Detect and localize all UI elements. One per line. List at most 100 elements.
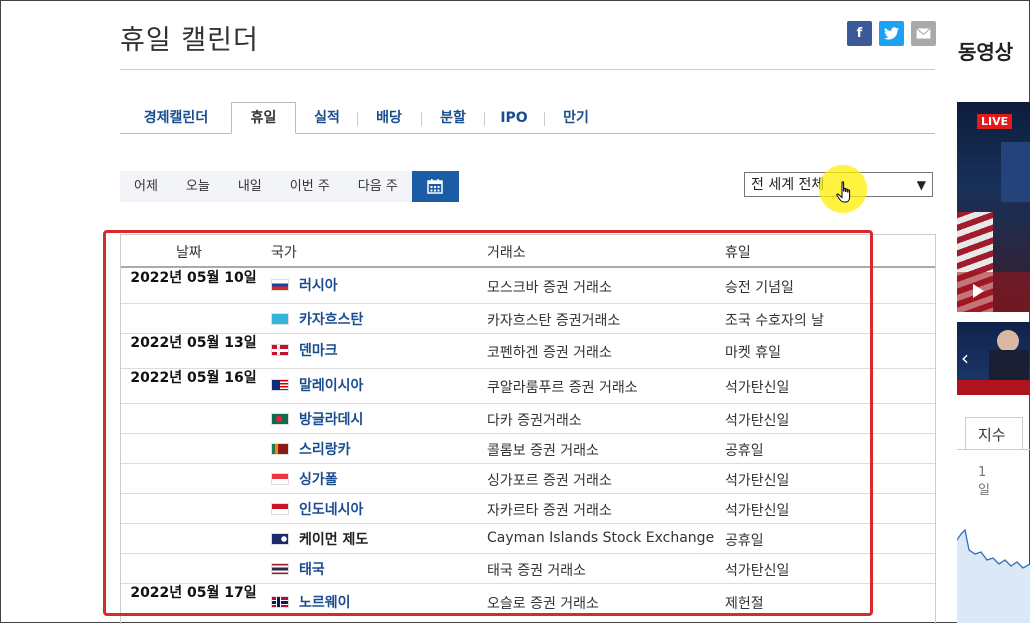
row-holiday: 석가탄신일 <box>725 413 790 429</box>
country-link[interactable]: 노르웨이 <box>299 592 351 612</box>
date-filter-bar: 어제 오늘 내일 이번 주 다음 주 <box>120 171 459 202</box>
table-row: 카자흐스탄 카자흐스탄 증권거래소 조국 수호자의 날 <box>121 303 935 334</box>
tab-earnings[interactable]: 실적 <box>301 103 353 133</box>
speaker-suit <box>989 350 1029 380</box>
play-icon[interactable] <box>973 284 984 298</box>
country-link[interactable]: 인도네시아 <box>299 499 363 519</box>
row-country: 태국 <box>271 559 325 579</box>
twitter-share-button[interactable] <box>879 21 904 46</box>
table-row: 2022년 05월 13일 덴마크 코펜하겐 증권 거래소 마켓 휴일 <box>121 333 935 369</box>
row-country: 러시아 <box>271 275 338 295</box>
tab-separator <box>544 112 545 126</box>
row-holiday: 석가탄신일 <box>725 380 790 396</box>
this-week-button[interactable]: 이번 주 <box>275 171 344 202</box>
tab-splits[interactable]: 분할 <box>427 103 479 133</box>
table-row: 케이먼 제도 Cayman Islands Stock Exchange 공휴일 <box>121 523 935 554</box>
row-country: 인도네시아 <box>271 499 363 519</box>
table-row: 방글라데시 다카 증권거래소 석가탄신일 <box>121 403 935 434</box>
country-link[interactable]: 러시아 <box>299 275 338 295</box>
tab-economic-calendar[interactable]: 경제캘린더 <box>125 103 227 133</box>
row-date: 2022년 05월 13일 <box>130 335 257 351</box>
tab-index[interactable]: 지수 <box>965 417 1023 449</box>
row-holiday: 석가탄신일 <box>725 503 790 519</box>
table-row: 2022년 05월 10일 러시아 모스크바 증권 거래소 승전 기념일 <box>121 268 935 304</box>
row-exchange: 싱가포르 증권 거래소 <box>487 473 612 489</box>
tab-separator <box>484 112 485 126</box>
kazakhstan-flag-icon <box>271 313 289 325</box>
country-link[interactable]: 케이먼 제도 <box>299 529 368 549</box>
country-link[interactable]: 싱가폴 <box>299 469 338 489</box>
country-link[interactable]: 카자흐스탄 <box>299 309 363 329</box>
row-country: 덴마크 <box>271 340 338 360</box>
next-week-button[interactable]: 다음 주 <box>343 171 412 202</box>
facebook-share-button[interactable]: f <box>847 21 872 46</box>
header-date: 날짜 <box>176 245 202 261</box>
country-link[interactable]: 방글라데시 <box>299 409 363 429</box>
sidebar-video-title: 동영상 <box>958 40 1014 64</box>
tab-ipo[interactable]: IPO <box>489 103 539 133</box>
malaysia-flag-icon <box>271 379 289 391</box>
row-exchange: 오슬로 증권 거래소 <box>487 596 599 612</box>
tab-dividends[interactable]: 배당 <box>363 103 415 133</box>
row-holiday: 승전 기념일 <box>725 280 794 296</box>
breaking-banner <box>957 272 1030 312</box>
row-exchange: 코펜하겐 증권 거래소 <box>487 345 612 361</box>
singapore-flag-icon <box>271 473 289 485</box>
row-holiday: 공휴일 <box>725 533 764 549</box>
row-country: 싱가폴 <box>271 469 338 489</box>
row-exchange: 콜롬보 증권 거래소 <box>487 443 599 459</box>
table-row: 스리랑카 콜롬보 증권 거래소 공휴일 <box>121 433 935 464</box>
facebook-icon: f <box>856 26 863 41</box>
table-row: 태국 태국 증권 거래소 석가탄신일 <box>121 553 935 584</box>
table-row: 2022년 05월 16일 말레이시아 쿠알라룸푸르 증권 거래소 석가탄신일 <box>121 368 935 404</box>
row-holiday: 조국 수호자의 날 <box>725 313 825 329</box>
row-holiday: 공휴일 <box>725 443 764 459</box>
row-exchange: Cayman Islands Stock Exchange <box>487 530 715 546</box>
calendar-icon <box>427 179 444 194</box>
video-thumbnail-2[interactable]: ‹ <box>957 322 1030 395</box>
header-exchange: 거래소 <box>487 245 526 261</box>
country-link[interactable]: 말레이시아 <box>299 375 363 395</box>
yesterday-button[interactable]: 어제 <box>120 171 172 202</box>
denmark-flag-icon <box>271 344 289 356</box>
mail-icon <box>916 28 931 39</box>
today-button[interactable]: 오늘 <box>171 171 224 202</box>
email-share-button[interactable] <box>911 21 936 46</box>
country-link[interactable]: 태국 <box>299 559 325 579</box>
tab-expiration[interactable]: 만기 <box>549 103 603 133</box>
tab-holidays[interactable]: 휴일 <box>231 102 296 134</box>
row-country: 케이먼 제도 <box>271 529 368 549</box>
calendar-picker-button[interactable] <box>411 171 459 202</box>
region-select-value: 전 세계 전체 <box>751 177 825 193</box>
index-period-label: 1 일 <box>978 465 990 498</box>
country-link[interactable]: 덴마크 <box>299 340 338 360</box>
video-thumbnail[interactable]: LIVE <box>957 102 1030 312</box>
row-exchange: 자카르타 증권 거래소 <box>487 503 612 519</box>
bangladesh-flag-icon <box>271 413 289 425</box>
thailand-flag-icon <box>271 563 289 575</box>
sri-lanka-flag-icon <box>271 443 289 455</box>
country-link[interactable]: 스리랑카 <box>299 439 351 459</box>
row-exchange: 카자흐스탄 증권거래소 <box>487 313 621 329</box>
norway-flag-icon <box>271 596 289 608</box>
chevron-left-icon[interactable]: ‹ <box>961 346 969 370</box>
row-holiday: 제헌절 <box>725 596 764 612</box>
table-row: 인도네시아 자카르타 증권 거래소 석가탄신일 <box>121 493 935 524</box>
speaker-image <box>997 330 1019 352</box>
table-header: 날짜 국가 거래소 휴일 <box>121 235 935 268</box>
calendar-tabs: 경제캘린더 휴일 실적 배당 분할 IPO 만기 <box>120 102 935 134</box>
cayman-islands-flag-icon <box>271 533 289 545</box>
row-date: 2022년 05월 16일 <box>130 370 257 386</box>
twitter-icon <box>884 27 899 40</box>
row-exchange: 태국 증권 거래소 <box>487 563 587 579</box>
row-country: 카자흐스탄 <box>271 309 363 329</box>
sidebar-tab-divider <box>957 449 1030 450</box>
title-divider <box>120 69 935 70</box>
header-holiday: 휴일 <box>725 245 751 261</box>
live-badge: LIVE <box>977 114 1013 129</box>
holiday-table: 날짜 국가 거래소 휴일 2022년 05월 10일 러시아 모스크바 증권 거… <box>120 234 936 624</box>
tab-separator <box>421 112 422 126</box>
table-row: 2022년 05월 17일 노르웨이 오슬로 증권 거래소 제헌절 <box>121 583 935 623</box>
header-country: 국가 <box>271 245 297 261</box>
tomorrow-button[interactable]: 내일 <box>223 171 276 202</box>
